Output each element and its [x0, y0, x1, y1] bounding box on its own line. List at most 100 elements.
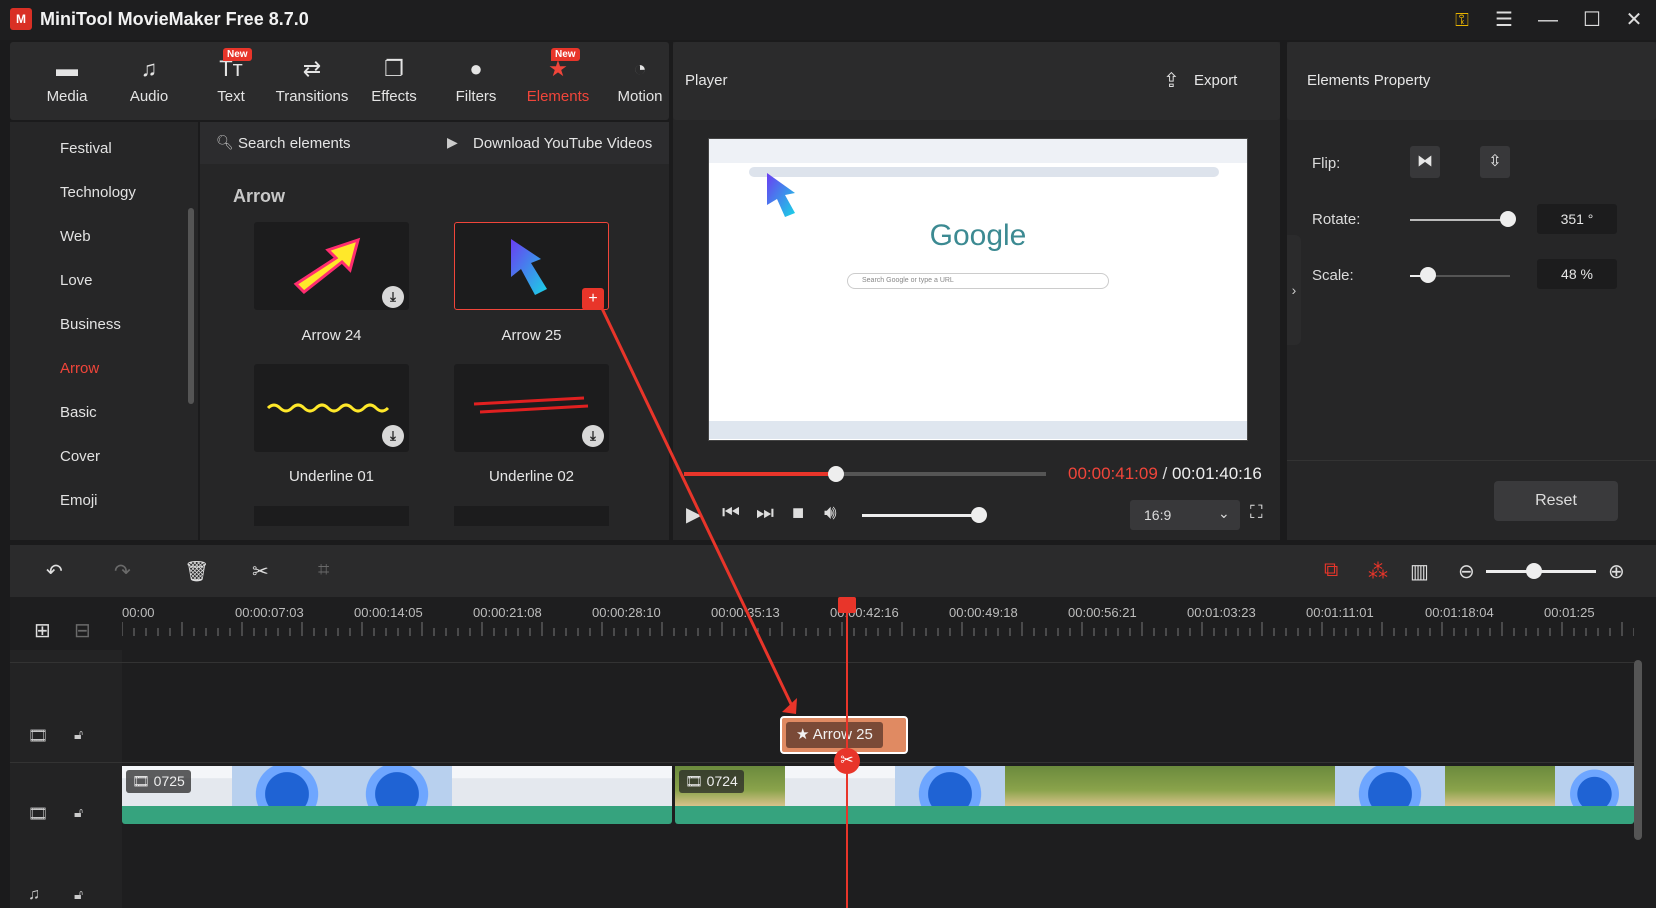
- effects-icon: ❐: [384, 56, 404, 81]
- next-frame-icon[interactable]: ⏭: [756, 502, 774, 525]
- element-label: Arrow 25: [501, 327, 562, 344]
- delete-icon[interactable]: 🗑︎: [184, 559, 209, 584]
- category-love[interactable]: Love: [60, 272, 93, 289]
- volume-slider[interactable]: [862, 514, 980, 517]
- zoom-knob[interactable]: [1526, 563, 1542, 579]
- playhead-handle[interactable]: [838, 597, 856, 613]
- category-arrow[interactable]: Arrow: [60, 360, 99, 377]
- category-business[interactable]: Business: [60, 316, 121, 333]
- flip-horizontal-icon[interactable]: ⧓: [1410, 146, 1440, 178]
- category-festival[interactable]: Festival: [60, 140, 112, 157]
- remove-track-icon[interactable]: ⊟: [74, 618, 91, 643]
- timeline-scrollbar[interactable]: [1634, 660, 1642, 840]
- audio-icon: ♫: [140, 56, 158, 81]
- reset-button[interactable]: Reset: [1494, 481, 1618, 521]
- tool-effects[interactable]: ❐ Effects: [354, 50, 434, 112]
- tool-media[interactable]: ▬ Media: [27, 50, 107, 112]
- fullscreen-icon[interactable]: ⛶: [1250, 502, 1263, 523]
- film-icon: 🎞︎: [28, 728, 49, 745]
- redo-icon[interactable]: ↷: [114, 559, 131, 584]
- ruler-tick-label: 00:00:49:18: [949, 605, 1018, 620]
- flip-vertical-icon[interactable]: ⇳: [1480, 146, 1510, 178]
- track-divider: [10, 762, 1634, 763]
- zoom-out-icon[interactable]: ⊖: [1458, 559, 1475, 584]
- minimize-button[interactable]: —: [1528, 6, 1568, 34]
- transitions-icon: ⇄: [302, 56, 322, 81]
- rotate-knob[interactable]: [1500, 211, 1516, 227]
- video-preview[interactable]: Google Search Google or type a URL: [708, 138, 1248, 441]
- media-toolbar: ▬ Media ♫ Audio Tт Text ⇄ Transitions ❐ Effec…: [10, 42, 669, 120]
- snap-icon[interactable]: ⧉: [1324, 559, 1338, 582]
- crop-icon[interactable]: ⌗: [318, 559, 329, 582]
- video-clip-0724[interactable]: 🎞︎ 0724: [675, 766, 1634, 824]
- filters-icon: ●: [469, 56, 483, 81]
- maximize-button[interactable]: ☐: [1572, 6, 1612, 34]
- tool-audio[interactable]: ♫ Audio: [109, 50, 189, 112]
- youtube-icon: ▶: [447, 134, 458, 150]
- audio-track-icon[interactable]: ▥: [1410, 559, 1429, 584]
- track-headers: [10, 650, 122, 908]
- tool-transitions[interactable]: ⇄ Transitions: [271, 50, 353, 112]
- split-view-icon[interactable]: ⁂: [1368, 559, 1388, 584]
- music-icon: ♫: [28, 886, 40, 903]
- download-icon[interactable]: ⤓: [382, 425, 404, 447]
- zoom-in-icon[interactable]: ⊕: [1608, 559, 1625, 584]
- element-label: Underline 01: [288, 468, 375, 485]
- category-technology[interactable]: Technology: [60, 184, 136, 201]
- menu-icon[interactable]: ☰: [1484, 6, 1524, 34]
- player-header: Player ⇪ Export: [673, 42, 1280, 120]
- category-scrollbar[interactable]: [188, 208, 194, 404]
- lock-icon[interactable]: 🔓︎: [74, 726, 83, 743]
- download-youtube-link[interactable]: Download YouTube Videos: [473, 135, 652, 152]
- progress-track[interactable]: [836, 472, 1046, 476]
- preview-arrow-icon: [767, 173, 795, 217]
- element-label: Underline 02: [488, 468, 575, 485]
- ruler-tick-label: 00:00:07:03: [235, 605, 304, 620]
- add-to-timeline-icon[interactable]: +: [582, 288, 604, 310]
- motion-icon: ◔: [633, 56, 647, 81]
- category-cover[interactable]: Cover: [60, 448, 100, 465]
- tool-filters[interactable]: ● Filters: [436, 50, 516, 112]
- stop-icon[interactable]: ■: [792, 502, 804, 525]
- volume-knob[interactable]: [971, 507, 987, 523]
- search-icon: 🔍︎: [216, 134, 234, 150]
- rotate-label: Rotate:: [1312, 211, 1361, 228]
- element-thumb[interactable]: [454, 506, 609, 526]
- close-button[interactable]: ✕: [1614, 6, 1654, 34]
- element-thumb[interactable]: [254, 506, 409, 526]
- aspect-ratio-select[interactable]: 16:9 ⌄: [1130, 500, 1240, 530]
- play-icon[interactable]: ▶: [686, 502, 701, 527]
- scale-value[interactable]: 48 %: [1537, 259, 1617, 289]
- category-web[interactable]: Web: [60, 228, 91, 245]
- split-icon[interactable]: ✂: [252, 559, 269, 584]
- volume-icon[interactable]: 🔊︎: [824, 502, 837, 525]
- browser-address-bar: [749, 167, 1219, 177]
- scissors-icon[interactable]: ✂: [834, 748, 860, 774]
- export-button[interactable]: Export: [1194, 72, 1237, 89]
- add-track-icon[interactable]: ⊞: [34, 618, 51, 643]
- rotate-slider[interactable]: [1410, 219, 1510, 221]
- previous-frame-icon[interactable]: ⏮: [722, 502, 740, 525]
- preview-search-box: Search Google or type a URL: [847, 273, 1109, 289]
- lock-icon[interactable]: 🔓︎: [74, 886, 83, 903]
- google-logo: Google: [929, 219, 1027, 252]
- lock-icon[interactable]: 🔓︎: [74, 804, 83, 821]
- tool-motion[interactable]: ◔ Motion: [600, 50, 680, 112]
- divider: [1287, 460, 1656, 461]
- category-basic[interactable]: Basic: [60, 404, 97, 421]
- rotate-value[interactable]: 351 °: [1537, 204, 1617, 234]
- video-clip-0725[interactable]: 🎞︎ 0725: [122, 766, 672, 824]
- collapse-panel-icon[interactable]: ›: [1287, 235, 1301, 345]
- download-icon[interactable]: ⤓: [582, 425, 604, 447]
- search-input[interactable]: Search elements: [238, 135, 351, 152]
- scale-knob[interactable]: [1420, 267, 1436, 283]
- ruler-tick-label: 00:01:18:04: [1425, 605, 1494, 620]
- element-label: Arrow 24: [301, 327, 362, 344]
- progress-knob[interactable]: [828, 466, 844, 482]
- category-emoji[interactable]: Emoji: [60, 492, 98, 509]
- search-bar: 🔍︎ Search elements ▶ Download YouTube Vi…: [200, 122, 669, 164]
- undo-icon[interactable]: ↶: [46, 559, 63, 584]
- key-icon[interactable]: ⚿: [1442, 6, 1482, 34]
- download-icon[interactable]: ⤓: [382, 286, 404, 308]
- flip-label: Flip:: [1312, 155, 1341, 172]
